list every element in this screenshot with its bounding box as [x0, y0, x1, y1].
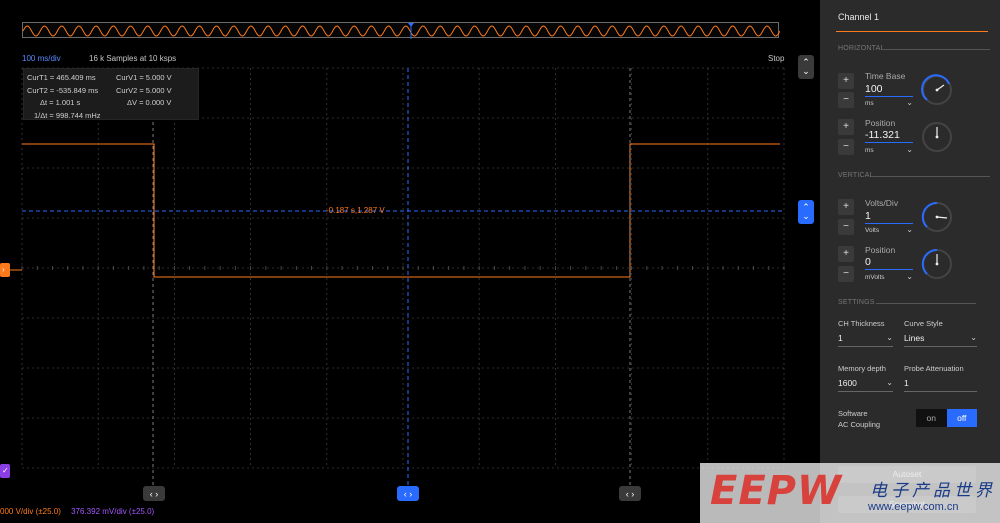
- vertical-cursor-2-button[interactable]: ‹ ›: [619, 486, 641, 501]
- curV1-readout: CurV1 = 5.000 V: [116, 73, 172, 82]
- scope-display[interactable]: [10, 67, 785, 490]
- delta-t-readout: Δt = 1.001 s: [40, 98, 81, 107]
- chevron-down-icon: ⌄: [886, 333, 893, 342]
- check-icon: ✓: [2, 466, 9, 475]
- channel-scale-footer: 000 V/div (±25.0) 376.392 mV/div (±25.0): [0, 507, 154, 516]
- v-position-label: Position: [865, 245, 896, 255]
- ch2-scale-label: 376.392 mV/div (±25.0): [71, 507, 155, 516]
- overview-sine-path: [23, 25, 780, 37]
- v-position-input[interactable]: 0: [865, 256, 913, 270]
- chevron-down-icon: ⌄: [906, 145, 913, 154]
- inv-delta-t-readout: 1/Δt = 998.744 mHz: [34, 111, 101, 120]
- chevron-down-icon: ⌄: [802, 211, 810, 221]
- curve-style-label: Curve Style: [904, 319, 943, 328]
- h-position-decrease-button[interactable]: −: [838, 139, 854, 155]
- h-position-input[interactable]: -11.321: [865, 129, 913, 143]
- sample-rate-label: 16 k Samples at 10 ksps: [89, 54, 177, 63]
- horizontal-section-heading: HORIZONTAL: [838, 45, 885, 52]
- ch-thickness-value: 1: [838, 333, 843, 343]
- time-base-unit-value: ms: [865, 100, 874, 107]
- time-per-div-label: 100 ms/div: [22, 54, 61, 63]
- curT1-readout: CurT1 = 465.409 ms: [27, 73, 96, 82]
- volts-div-label: Volts/Div: [865, 198, 899, 208]
- chevron-left-right-icon: ‹ ›: [149, 488, 159, 499]
- section-divider: [872, 176, 990, 177]
- ch-thickness-label: CH Thickness: [838, 319, 885, 328]
- chevron-down-icon: ⌄: [802, 66, 810, 76]
- volts-div-knob[interactable]: [921, 201, 953, 233]
- section-divider: [876, 303, 976, 304]
- chevron-down-icon: ⌄: [906, 225, 913, 234]
- software-ac-coupling-toggle[interactable]: on off: [916, 409, 977, 427]
- chevron-down-icon: ⌄: [906, 272, 913, 281]
- volts-div-unit-select[interactable]: Volts ⌄: [865, 225, 913, 234]
- scope-graticule: [10, 67, 785, 490]
- time-base-increase-button[interactable]: +: [838, 73, 854, 89]
- h-position-unit-select[interactable]: ms ⌄: [865, 145, 913, 154]
- v-position-unit-value: mVolts: [865, 274, 885, 281]
- ac-coupling-on-option[interactable]: on: [916, 409, 947, 427]
- time-base-decrease-button[interactable]: −: [838, 92, 854, 108]
- software-ac-label-line1: Software: [838, 409, 868, 418]
- ch-thickness-select[interactable]: 1 ⌄: [838, 333, 893, 347]
- time-base-label: Time Base: [865, 71, 906, 81]
- overview-sine-trace: [23, 23, 780, 39]
- ch1-scale-label: 000 V/div (±25.0): [0, 507, 61, 516]
- probe-attenuation-label: Probe Attenuation: [904, 364, 964, 373]
- memory-depth-value: 1600: [838, 378, 857, 388]
- trigger-position-button[interactable]: ‹ ›: [397, 486, 419, 501]
- autoset-button[interactable]: Autoset: [838, 466, 976, 483]
- volts-div-input[interactable]: 1: [865, 210, 913, 224]
- chevron-left-right-icon: ‹ ›: [625, 488, 635, 499]
- volts-div-unit-value: Volts: [865, 227, 880, 234]
- h-position-knob[interactable]: [921, 121, 953, 153]
- v-position-increase-button[interactable]: +: [838, 246, 854, 262]
- time-base-input[interactable]: 100: [865, 83, 913, 97]
- ch2-offset-marker[interactable]: ✓: [0, 464, 10, 478]
- time-base-unit-select[interactable]: ms ⌄: [865, 98, 913, 107]
- memory-depth-label: Memory depth: [838, 364, 886, 373]
- horizontal-cursor-2-button[interactable]: ⌃ ⌄: [798, 55, 814, 79]
- curT2-readout: CurT2 = -535.849 ms: [27, 86, 99, 95]
- vertical-cursor-1-button[interactable]: ‹ ›: [143, 486, 165, 501]
- panel-title-underline: [836, 31, 988, 32]
- probe-attenuation-input[interactable]: 1: [904, 378, 977, 392]
- v-position-decrease-button[interactable]: −: [838, 266, 854, 282]
- ac-coupling-off-option[interactable]: off: [946, 409, 977, 427]
- chevron-down-icon: ⌄: [886, 378, 893, 387]
- channel-settings-panel: Channel 1 HORIZONTAL + − Time Base 100 m…: [820, 0, 1000, 523]
- time-base-knob[interactable]: [921, 74, 953, 106]
- memory-depth-select[interactable]: 1600 ⌄: [838, 378, 893, 392]
- h-position-unit-value: ms: [865, 147, 874, 154]
- chevron-left-right-icon: ‹ ›: [403, 488, 413, 499]
- h-position-label: Position: [865, 118, 896, 128]
- ch1-offset-marker[interactable]: ›: [0, 263, 10, 277]
- cursor-measurement-box: CurT1 = 465.409 ms CurT2 = -535.849 ms Δ…: [23, 68, 199, 120]
- chevron-down-icon: ⌄: [906, 98, 913, 107]
- curve-style-select[interactable]: Lines ⌄: [904, 333, 977, 347]
- chevron-down-icon: ⌄: [970, 333, 977, 342]
- panel-title: Channel 1: [838, 12, 880, 22]
- settings-section-heading: SETTINGS: [838, 299, 875, 306]
- run-status-label: Stop: [768, 54, 785, 63]
- horizontal-cursor-1-button[interactable]: ⌃ ⌄: [798, 200, 814, 224]
- curV2-readout: CurV2 = 5.000 V: [116, 86, 172, 95]
- waveform-overview-strip[interactable]: [22, 22, 780, 39]
- v-position-knob[interactable]: [921, 248, 953, 280]
- chevron-right-icon: ›: [2, 265, 5, 274]
- vertical-section-heading: VERTICAL: [838, 172, 874, 179]
- overview-trigger-arrow: [408, 23, 414, 27]
- h-position-increase-button[interactable]: +: [838, 119, 854, 135]
- snapshot-button[interactable]: Snapshot: [838, 496, 976, 513]
- cursor-position-readout: -0.187 s,1.287 V: [326, 206, 385, 215]
- section-divider: [884, 49, 990, 50]
- v-position-unit-select[interactable]: mVolts ⌄: [865, 272, 913, 281]
- volts-div-increase-button[interactable]: +: [838, 199, 854, 215]
- software-ac-label-line2: AC Coupling: [838, 420, 881, 429]
- curve-style-value: Lines: [904, 333, 925, 343]
- delta-v-readout: ΔV = 0.000 V: [127, 98, 172, 107]
- volts-div-decrease-button[interactable]: −: [838, 219, 854, 235]
